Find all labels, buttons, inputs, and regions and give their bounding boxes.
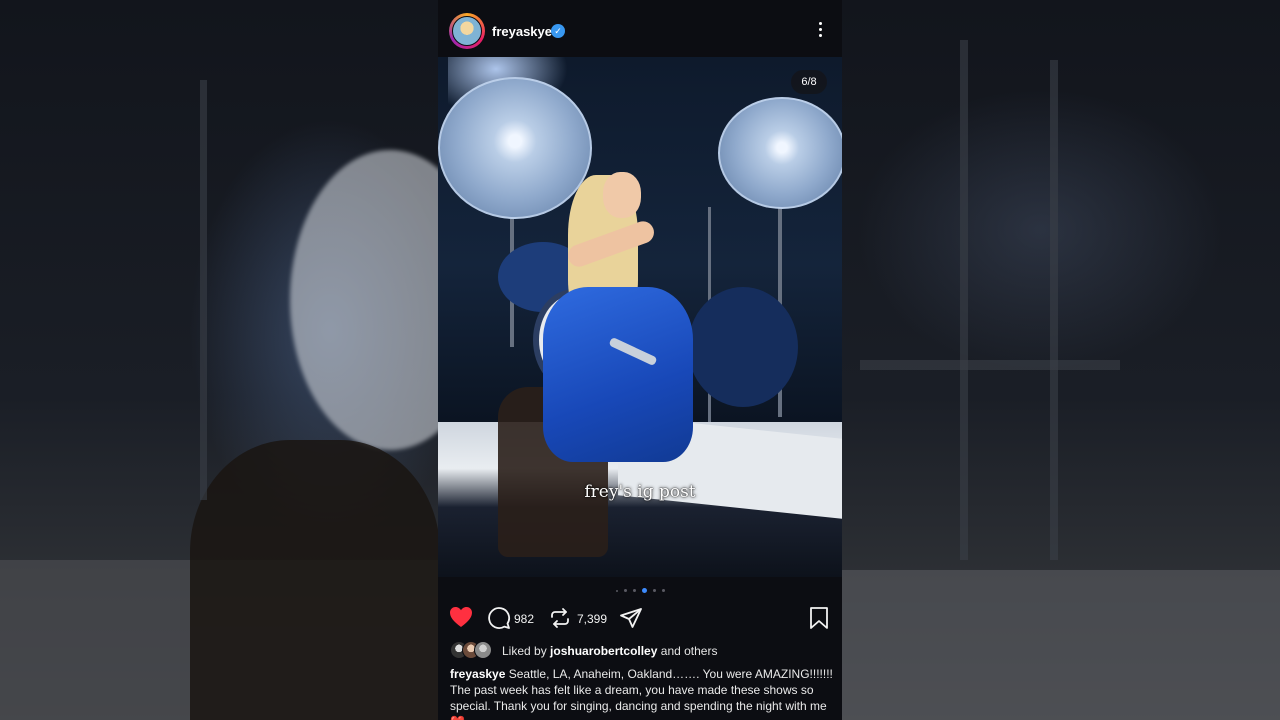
singer-face [603,172,641,218]
profile-avatar[interactable] [449,13,485,49]
left-cymbal [438,77,592,219]
post-actions: 982 7,399 [438,604,842,632]
carousel-dot [615,589,618,592]
post-image[interactable]: 6/8 frey's ig post [438,57,842,577]
verified-badge-icon: ✓ [551,24,565,38]
repost-icon[interactable] [548,606,572,635]
floor-tom [688,287,798,407]
carousel-indicator [438,588,842,594]
post-username[interactable]: freyaskye [492,24,552,39]
carousel-dot [632,589,636,592]
carousel-dot [623,589,627,592]
repost-count: 7,399 [577,612,608,626]
liked-by-row[interactable]: Liked by joshuarobertcolley and others [450,641,830,661]
right-cymbal [718,97,842,209]
liked-by-text: Liked by joshuarobertcolley and others [502,644,717,658]
background-figure [190,440,440,720]
heart-icon[interactable] [449,606,473,633]
background-floor-right [842,570,1280,720]
comment-icon[interactable] [487,606,511,635]
liked-by-prefix: Liked by [502,644,547,658]
background-stand [200,80,207,500]
bookmark-icon[interactable] [809,606,829,635]
slide-counter: 6/8 [791,70,827,94]
post-caption: freyaskye Seattle, LA, Anaheim, Oakland…… [450,666,834,720]
avatar-image [452,16,482,46]
post-header: freyaskye ✓ [438,0,842,56]
carousel-dot-active [641,588,647,593]
share-icon[interactable] [619,606,643,635]
background-stand [1050,60,1058,560]
comment-count: 982 [514,612,535,626]
instagram-post-panel: freyaskye ✓ 6/8 frey's ig post 982 7,399… [438,0,842,720]
carousel-dot [652,589,656,592]
liked-by-suffix: and others [660,644,718,658]
background-bar [860,360,1120,370]
caption-username[interactable]: freyaskye [450,667,505,681]
background-stand [960,40,968,560]
more-options-icon[interactable] [814,22,826,42]
overlay-caption: frey's ig post [584,482,696,502]
caption-text: Seattle, LA, Anaheim, Oakland……. You wer… [450,667,833,720]
singer-dress [543,287,693,462]
liked-by-user[interactable]: joshuarobertcolley [550,644,657,658]
carousel-dot [661,589,665,592]
liker-avatar [474,641,492,659]
